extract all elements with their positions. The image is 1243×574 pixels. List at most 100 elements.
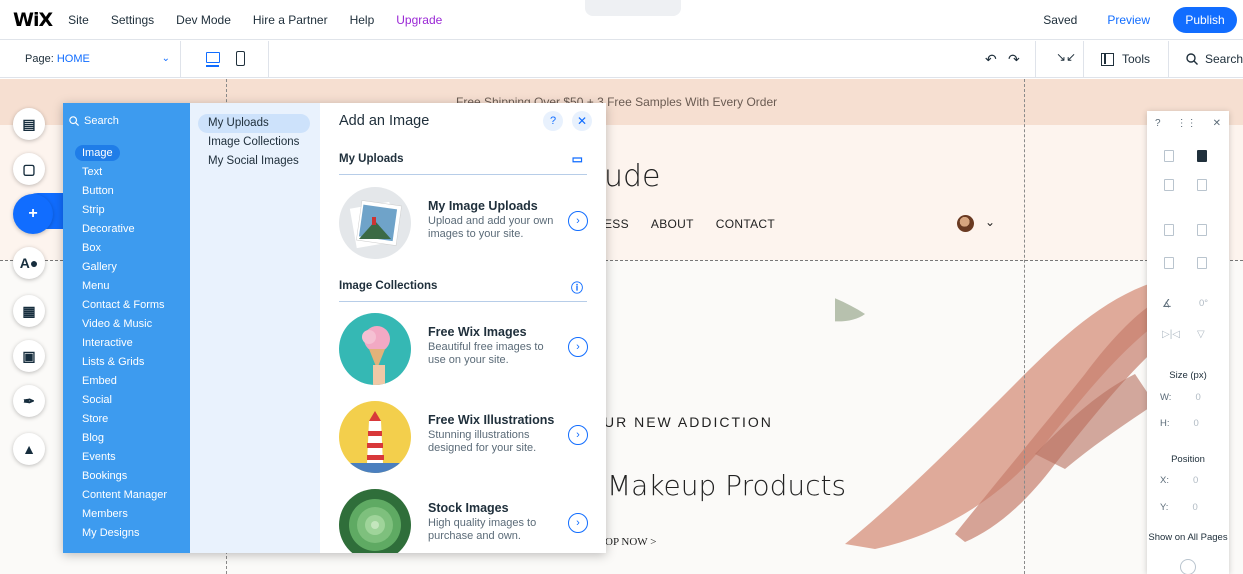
rotate-icon[interactable]: ∡ (1162, 297, 1172, 310)
menu-site[interactable]: Site (68, 13, 89, 27)
category-item[interactable]: Embed (63, 372, 190, 391)
makeup-swatch-image[interactable] (835, 274, 1175, 554)
menu-dev-mode[interactable]: Dev Mode (176, 13, 231, 27)
category-item[interactable]: Decorative (63, 220, 190, 239)
redo-icon[interactable]: ↷ (1008, 51, 1020, 68)
category-item[interactable]: Menu (63, 277, 190, 296)
undo-icon[interactable]: ↶ (985, 51, 997, 68)
tools-button[interactable]: Tools (1101, 52, 1150, 66)
x-value[interactable]: 0 (1193, 475, 1198, 486)
category-item[interactable]: Social (63, 391, 190, 410)
width-field[interactable]: W: 0 (1160, 392, 1201, 403)
category-item[interactable]: Content Manager (63, 486, 190, 505)
menu-upgrade[interactable]: Upgrade (396, 13, 442, 27)
subcategory-item[interactable]: My Social Images (198, 152, 310, 171)
category-item[interactable]: Interactive (63, 334, 190, 353)
show-on-all-pages-toggle[interactable] (1180, 559, 1196, 574)
upload-icon[interactable]: ▭ (572, 152, 583, 166)
paste-icon[interactable] (1197, 150, 1207, 162)
stock-images-item[interactable]: Stock Images High quality images to purc… (339, 489, 599, 553)
divider (268, 41, 269, 78)
site-nav-item[interactable]: ABOUT (651, 217, 694, 231)
search-button[interactable]: Search (1186, 52, 1243, 66)
arrange-icon[interactable] (1164, 224, 1174, 236)
design-button[interactable]: A● (13, 247, 45, 279)
pages-button[interactable]: ▤ (13, 108, 45, 140)
close-icon[interactable]: ✕ (572, 111, 592, 131)
free-wix-images-item[interactable]: Free Wix Images Beautiful free images to… (339, 313, 599, 385)
category-item[interactable]: Box (63, 239, 190, 258)
subcategory-item[interactable]: Image Collections (198, 133, 310, 152)
menu-hire-partner[interactable]: Hire a Partner (253, 13, 328, 27)
add-button[interactable]: + (13, 194, 53, 234)
category-item[interactable]: Strip (63, 201, 190, 220)
height-field[interactable]: H: 0 (1160, 418, 1199, 429)
y-field[interactable]: Y: 0 (1160, 502, 1198, 513)
publish-button[interactable]: Publish (1173, 7, 1237, 33)
site-nav[interactable]: ESS ABOUT CONTACT (604, 217, 775, 231)
site-nav-item[interactable]: CONTACT (716, 217, 775, 231)
category-item[interactable]: Contact & Forms (63, 296, 190, 315)
category-item[interactable]: Lists & Grids (63, 353, 190, 372)
wix-logo[interactable]: WiX (13, 9, 53, 31)
y-value[interactable]: 0 (1192, 502, 1197, 513)
rotation-value[interactable]: 0° (1199, 298, 1208, 309)
chevron-right-icon[interactable]: › (568, 513, 588, 533)
blog-button[interactable]: ✒ (13, 385, 45, 417)
category-item[interactable]: Members (63, 505, 190, 524)
category-item[interactable]: Bookings (63, 467, 190, 486)
subcategory-item[interactable]: My Uploads (198, 114, 310, 133)
match-size-icon[interactable] (1164, 257, 1174, 269)
category-item[interactable]: Text (63, 163, 190, 182)
desktop-icon[interactable] (206, 52, 220, 67)
delete-icon[interactable] (1197, 179, 1207, 191)
mobile-icon[interactable] (236, 51, 245, 66)
media-button[interactable]: ▣ (13, 340, 45, 372)
menu-help[interactable]: Help (350, 13, 375, 27)
chevron-right-icon[interactable]: › (568, 337, 588, 357)
drag-handle-icon[interactable]: ⋮⋮ (1177, 118, 1197, 129)
shop-now-link[interactable]: OP NOW > (605, 536, 656, 548)
page-selector[interactable]: Page: HOME ⌄ (25, 53, 170, 65)
category-search[interactable]: Search (69, 115, 119, 127)
height-value[interactable]: 0 (1194, 418, 1199, 429)
help-icon[interactable]: ? (1155, 118, 1161, 129)
category-item[interactable]: Video & Music (63, 315, 190, 334)
free-wix-illustrations-item[interactable]: Free Wix Illustrations Stunning illustra… (339, 401, 599, 473)
preview-button[interactable]: Preview (1107, 13, 1150, 27)
flip-vertical-icon[interactable]: ▽ (1197, 329, 1205, 340)
site-nav-item[interactable]: ESS (604, 217, 629, 231)
avatar[interactable] (957, 215, 974, 232)
close-icon[interactable]: ✕ (1213, 118, 1221, 129)
category-item[interactable]: Store (63, 410, 190, 429)
my-image-uploads-item[interactable]: My Image Uploads Upload and add your own… (339, 187, 599, 259)
menu-settings[interactable]: Settings (111, 13, 154, 27)
category-item[interactable]: My Designs (63, 524, 190, 543)
flip-horizontal-icon[interactable]: ▷|◁ (1162, 329, 1180, 340)
category-item[interactable]: Blog (63, 429, 190, 448)
duplicate-icon[interactable] (1164, 179, 1174, 191)
copy-icon[interactable] (1164, 150, 1174, 162)
info-icon[interactable]: ⓘ (571, 279, 583, 296)
chevron-right-icon[interactable]: › (568, 211, 588, 231)
width-value[interactable]: 0 (1195, 392, 1200, 403)
align-icon[interactable] (1197, 224, 1207, 236)
category-item[interactable]: Button (63, 182, 190, 201)
help-icon[interactable]: ? (543, 111, 563, 131)
item-title: Free Wix Illustrations (428, 413, 555, 427)
store-button[interactable]: ▲ (13, 433, 45, 465)
apps-button[interactable]: ▦ (13, 295, 45, 327)
hero-headline[interactable]: Makeup Products (607, 469, 846, 502)
chevron-right-icon[interactable]: › (568, 425, 588, 445)
zoom-out-icon[interactable]: ↘↙ (1056, 50, 1076, 64)
site-brand[interactable]: ude (604, 159, 661, 194)
background-button[interactable]: ▢ (13, 153, 45, 185)
category-item[interactable]: Gallery (63, 258, 190, 277)
category-item[interactable]: Image (63, 144, 190, 163)
x-field[interactable]: X: 0 (1160, 475, 1198, 486)
chevron-down-icon[interactable]: ⌄ (985, 215, 995, 229)
editor-toolbar: Page: HOME ⌄ ↶ ↷ ↘↙ Tools Search (0, 41, 1243, 78)
distribute-icon[interactable] (1197, 257, 1207, 269)
hero-tagline[interactable]: UR NEW ADDICTION (604, 414, 773, 430)
category-item[interactable]: Events (63, 448, 190, 467)
